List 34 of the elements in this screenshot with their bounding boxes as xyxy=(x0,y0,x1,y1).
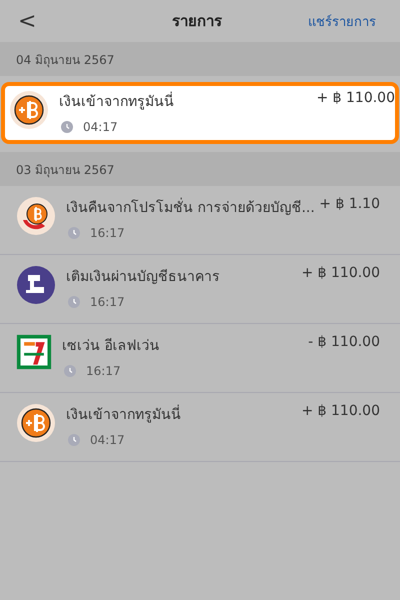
date-header: 04 มิถุนายน 2567 xyxy=(0,42,400,76)
coin-icon xyxy=(16,403,56,443)
coin-icon xyxy=(9,90,49,130)
transaction-time: 04:17 xyxy=(90,433,125,447)
clock-icon xyxy=(68,227,80,239)
transaction-amount: + ฿ 110.00 xyxy=(301,403,380,419)
transaction-amount: + ฿ 110.00 xyxy=(301,265,380,281)
transaction-row[interactable]: เงินเข้าจากทรูมันนี่ 04:17 + ฿ 110.00 xyxy=(0,393,400,462)
transaction-row[interactable]: เงินเข้าจากทรูมันนี่ 04:17 + ฿ 110.00 xyxy=(1,82,399,144)
transaction-amount: + ฿ 110.00 xyxy=(316,90,395,106)
back-button[interactable]: < xyxy=(18,8,36,34)
date-header: 03 มิถุนายน 2567 xyxy=(0,152,400,186)
transaction-name: เงินเข้าจากทรูมันนี่ xyxy=(59,90,306,112)
clock-icon xyxy=(68,296,80,308)
transaction-amount: - ฿ 110.00 xyxy=(308,334,380,350)
transaction-row[interactable]: เซเว่น อีเลฟเว่น 16:17 - ฿ 110.00 xyxy=(0,324,400,393)
transaction-row[interactable]: เงินคืนจากโปรโมชั่น การจ่ายด้วยบัญชี... 16:17 + ฿ 1.10 xyxy=(0,186,400,255)
transaction-time: 16:17 xyxy=(86,364,121,378)
transaction-time: 16:17 xyxy=(90,226,125,240)
transaction-amount: + ฿ 1.10 xyxy=(319,196,380,212)
share-link[interactable]: แชร์รายการ xyxy=(308,10,376,32)
coin-icon xyxy=(16,196,56,236)
transaction-name: เติมเงินผ่านบัญชีธนาคาร xyxy=(66,268,221,287)
clock-icon xyxy=(64,365,76,377)
page-title: รายการ xyxy=(172,11,222,32)
transaction-time: 04:17 xyxy=(83,120,118,134)
bank-icon xyxy=(16,265,56,305)
clock-icon xyxy=(68,434,80,446)
transaction-time: 16:17 xyxy=(90,295,125,309)
clock-icon xyxy=(61,121,73,133)
store-logo-icon xyxy=(16,334,52,370)
transaction-name: เซเว่น อีเลฟเว่น xyxy=(62,337,160,356)
transaction-name: เงินเข้าจากทรูมันนี่ xyxy=(66,403,292,425)
transaction-row[interactable]: เติมเงินผ่านบัญชีธนาคาร 16:17 + ฿ 110.00 xyxy=(0,255,400,324)
